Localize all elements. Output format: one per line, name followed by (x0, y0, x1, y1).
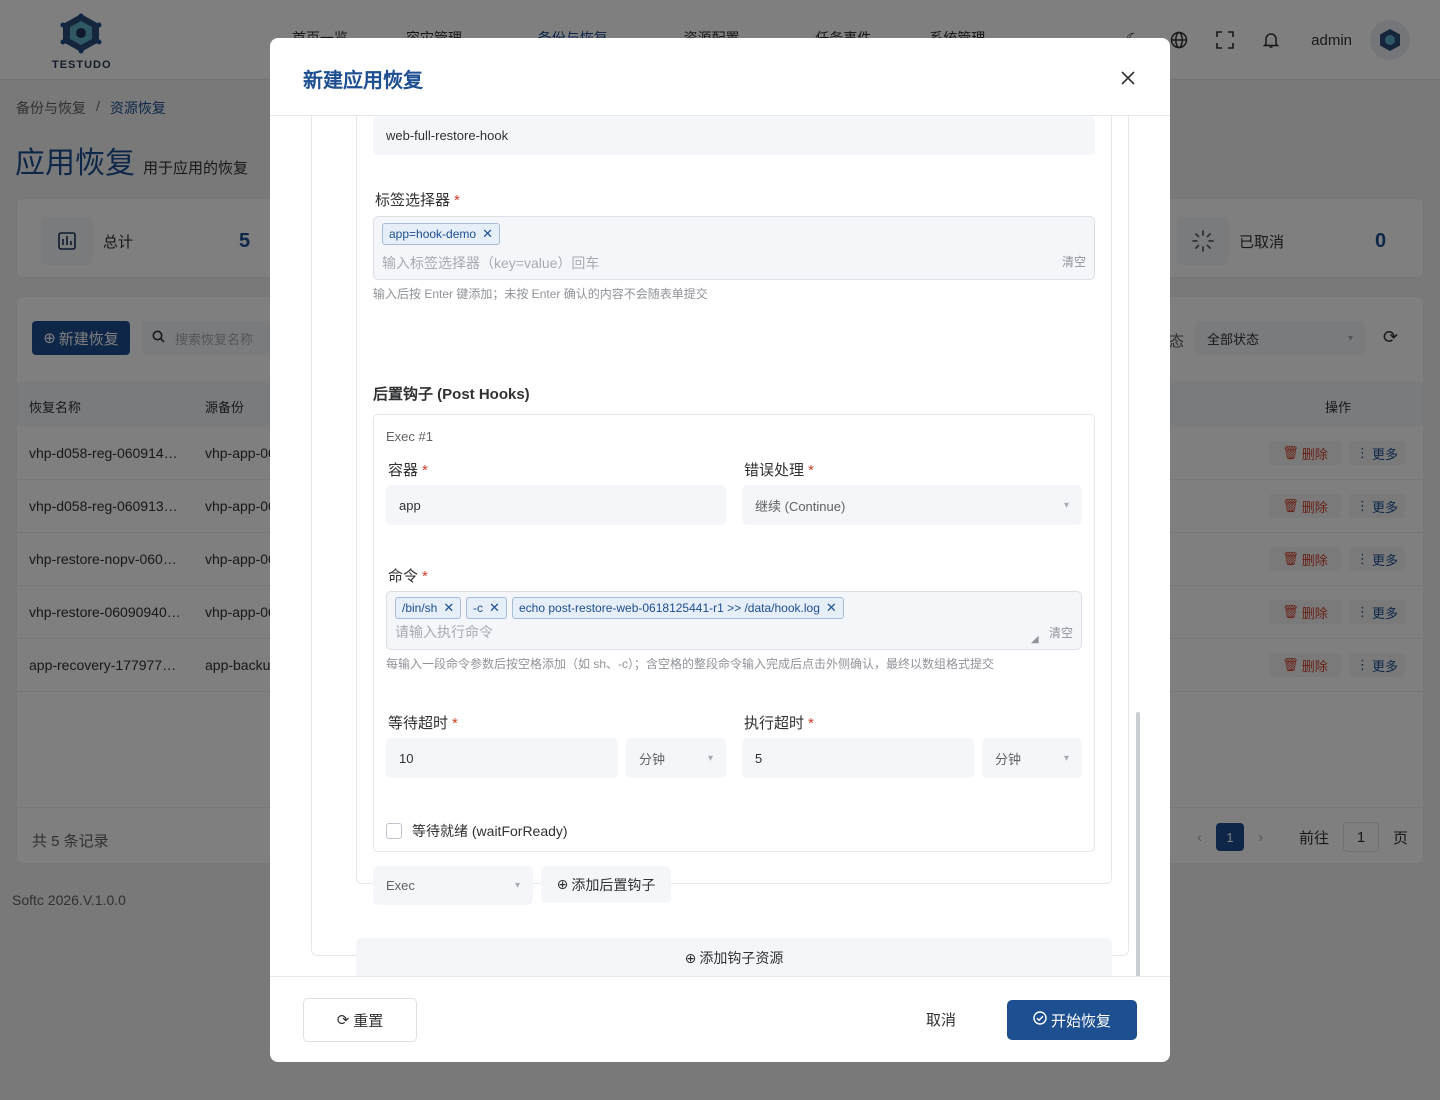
error-handling-label: 错误处理 * (744, 462, 814, 479)
wait-for-ready-label: 等待就绪 (waitForReady) (412, 823, 568, 839)
add-hook-resource-button[interactable]: ⊕ 添加钩子资源 (356, 938, 1112, 976)
error-handling-select[interactable]: 继续 (Continue) ▾ (742, 485, 1082, 525)
command-placeholder: 请输入执行命令 (395, 624, 493, 640)
checkbox-box[interactable] (386, 823, 402, 839)
error-handling-value: 继续 (Continue) (755, 498, 846, 514)
start-restore-button[interactable]: 开始恢复 (1007, 1000, 1137, 1040)
command-clear[interactable]: 清空 (1049, 624, 1073, 641)
tag-text: -c (473, 601, 483, 615)
post-hooks-title: 后置钩子 (Post Hooks) (373, 386, 530, 403)
hook-name-input[interactable]: web-full-restore-hook (373, 116, 1095, 155)
close-icon[interactable] (1116, 66, 1140, 90)
cancel-button[interactable]: 取消 (926, 1009, 956, 1030)
command-hint: 每输入一段命令参数后按空格添加（如 sh、-c）；含空格的整段命令输入完成后点击… (386, 657, 995, 671)
label-tag: app=hook-demo ✕ (382, 223, 500, 245)
dialog-scrollbar[interactable] (1136, 712, 1140, 976)
hook-name-value: web-full-restore-hook (386, 128, 509, 143)
plus-circle-icon: ⊕ (556, 876, 569, 892)
exec-timeout-input[interactable]: 5 (742, 738, 974, 778)
add-post-hook-button[interactable]: ⊕ 添加后置钩子 (541, 866, 671, 903)
exec-card: Exec #1 容器 * app 错误处理 * 继续 (Continue) ▾ 命令… (373, 414, 1095, 852)
dialog-footer: ⟳ 重置 取消 开始恢复 (270, 976, 1170, 1062)
container-value: app (399, 497, 421, 513)
label-selector-hint: 输入后按 Enter 键添加；未按 Enter 确认的内容不会随表单提交 (373, 287, 708, 301)
label-text: 执行超时 (744, 715, 805, 732)
new-restore-dialog: 新建应用恢复 web-full-restore-hook 标签选择器 * app=… (270, 38, 1170, 1062)
resize-handle-icon[interactable]: ◢ (1031, 634, 1039, 645)
command-label: 命令 * (388, 568, 428, 585)
label-text: 容器 (388, 462, 419, 479)
wait-timeout-input[interactable]: 10 (386, 738, 618, 778)
exec-timeout-unit-select[interactable]: 分钟 ▾ (982, 738, 1082, 778)
tag-text: app=hook-demo (389, 227, 477, 241)
tag-text: echo post-restore-web-0618125441-r1 >> /… (519, 601, 820, 615)
exec-timeout-value: 5 (755, 750, 763, 766)
dialog-title: 新建应用恢复 (303, 70, 423, 92)
label-selector-input[interactable]: app=hook-demo ✕ 输入标签选择器（key=value）回车 清空 (373, 216, 1095, 280)
dialog-header: 新建应用恢复 (270, 38, 1170, 116)
add-post-hook-label: 添加后置钩子 (571, 876, 656, 893)
label-text: 命令 (388, 568, 419, 585)
label-text: 等待超时 (388, 715, 449, 732)
exec-title: Exec #1 (386, 429, 433, 444)
hook-type-value: Exec (386, 878, 415, 893)
tag-close-icon[interactable]: ✕ (443, 600, 454, 616)
wait-timeout-unit: 分钟 (639, 751, 666, 767)
add-hook-resource-label: 添加钩子资源 (699, 950, 784, 966)
hook-type-select[interactable]: Exec ▾ (373, 866, 533, 905)
wait-timeout-unit-select[interactable]: 分钟 ▾ (626, 738, 726, 778)
chevron-down-icon: ▾ (707, 752, 713, 764)
exec-timeout-unit: 分钟 (995, 751, 1022, 767)
container-label: 容器 * (388, 462, 428, 479)
label-selector-placeholder: 输入标签选择器（key=value）回车 (382, 255, 600, 271)
reset-label: 重置 (353, 1012, 384, 1030)
chevron-down-icon: ▾ (514, 880, 520, 891)
command-tag: -c ✕ (466, 597, 507, 619)
container-input[interactable]: app (386, 485, 726, 525)
label-selector-clear[interactable]: 清空 (1062, 253, 1086, 270)
tag-text: /bin/sh (402, 601, 438, 615)
wait-timeout-label: 等待超时 * (388, 715, 458, 732)
tag-close-icon[interactable]: ✕ (482, 226, 493, 242)
wait-for-ready-checkbox[interactable]: 等待就绪 (waitForReady) (386, 821, 568, 841)
label-text: 错误处理 (744, 462, 805, 479)
command-tag: /bin/sh ✕ (395, 597, 462, 619)
command-tag: echo post-restore-web-0618125441-r1 >> /… (512, 597, 844, 619)
command-input[interactable]: /bin/sh ✕ -c ✕ echo post-restore-web-061… (386, 591, 1082, 650)
start-restore-label: 开始恢复 (1050, 1012, 1111, 1030)
dialog-body: web-full-restore-hook 标签选择器 * app=hook-de… (270, 116, 1170, 976)
chevron-down-icon: ▾ (1063, 499, 1069, 511)
wait-timeout-value: 10 (399, 750, 414, 766)
plus-circle-icon: ⊕ (684, 949, 697, 966)
tag-close-icon[interactable]: ✕ (489, 600, 500, 616)
label-selector-label: 标签选择器 * (375, 192, 460, 209)
chevron-down-icon: ▾ (1063, 752, 1069, 764)
check-circle-icon (1033, 1011, 1047, 1029)
refresh-icon: ⟳ (336, 1012, 350, 1029)
tag-close-icon[interactable]: ✕ (826, 600, 837, 616)
exec-timeout-label: 执行超时 * (744, 715, 814, 732)
reset-button[interactable]: ⟳ 重置 (303, 998, 417, 1042)
label-text: 标签选择器 (375, 192, 451, 209)
